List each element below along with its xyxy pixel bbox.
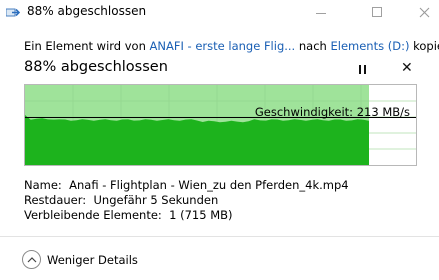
speed-label: Geschwindigkeit: 213 MB/s bbox=[254, 105, 410, 119]
minimize-button[interactable] bbox=[306, 0, 336, 24]
remaining-label: Restdauer: bbox=[24, 193, 87, 207]
close-icon bbox=[419, 7, 429, 17]
divider bbox=[0, 236, 439, 237]
speed-graph: Geschwindigkeit: 213 MB/s bbox=[24, 84, 417, 166]
progress-status: 88% abgeschlossen bbox=[24, 59, 168, 75]
less-details-toggle[interactable]: Weniger Details bbox=[22, 250, 138, 269]
copy-prefix: Ein Element wird von bbox=[24, 39, 150, 53]
copy-description: Ein Element wird von ANAFI - erste lange… bbox=[24, 39, 439, 53]
window-close-button[interactable] bbox=[409, 0, 439, 24]
copy-arrow-icon bbox=[6, 8, 20, 17]
copy-suffix: kopiert bbox=[413, 39, 439, 53]
items-label: Verbleibende Elemente: bbox=[24, 208, 162, 222]
minimize-icon bbox=[316, 12, 326, 14]
cancel-button[interactable]: ✕ bbox=[401, 60, 413, 76]
pause-icon bbox=[358, 64, 361, 74]
file-name: Anafi - Flightplan - Wien_zu den Pferden… bbox=[69, 178, 349, 192]
items-remaining: 1 (715 MB) bbox=[169, 208, 233, 222]
destination-link[interactable]: Elements (D:) bbox=[330, 39, 409, 53]
maximize-icon bbox=[372, 7, 382, 17]
items-row: Verbleibende Elemente: 1 (715 MB) bbox=[24, 208, 349, 223]
remaining-row: Restdauer: Ungefähr 5 Sekunden bbox=[24, 193, 349, 208]
name-row: Name: Anafi - Flightplan - Wien_zu den P… bbox=[24, 178, 349, 193]
name-label: Name: bbox=[24, 178, 62, 192]
details-panel: Name: Anafi - Flightplan - Wien_zu den P… bbox=[24, 178, 349, 223]
chevron-up-icon bbox=[22, 250, 41, 269]
title-bar: 88% abgeschlossen bbox=[0, 0, 439, 26]
window-title: 88% abgeschlossen bbox=[27, 4, 147, 18]
source-link[interactable]: ANAFI - erste lange Flig... bbox=[150, 39, 296, 53]
speed-area bbox=[25, 115, 369, 165]
less-details-label: Weniger Details bbox=[47, 252, 138, 267]
copy-middle: nach bbox=[295, 39, 331, 53]
maximize-button[interactable] bbox=[362, 0, 392, 24]
pause-button[interactable] bbox=[356, 62, 368, 76]
remaining-time: Ungefähr 5 Sekunden bbox=[93, 193, 219, 207]
speed-area-chart bbox=[25, 115, 369, 165]
